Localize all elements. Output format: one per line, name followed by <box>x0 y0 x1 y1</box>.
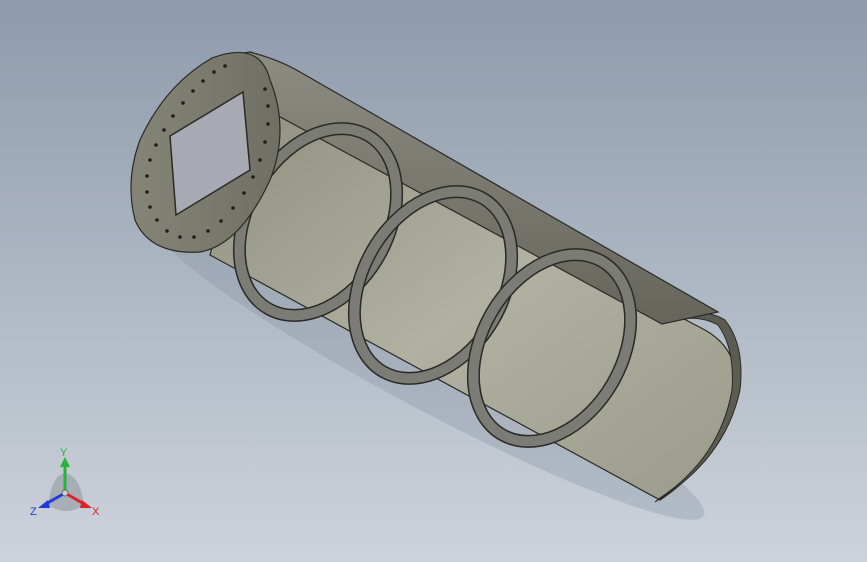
z-axis-label: Z <box>30 506 37 518</box>
graphics-viewport[interactable]: Y X Z <box>0 0 867 562</box>
triad-origin <box>61 489 69 497</box>
y-axis-label: Y <box>60 447 68 459</box>
3d-model[interactable] <box>0 0 867 562</box>
axis-triad[interactable]: Y X Z <box>22 445 108 525</box>
x-axis-label: X <box>92 506 100 518</box>
